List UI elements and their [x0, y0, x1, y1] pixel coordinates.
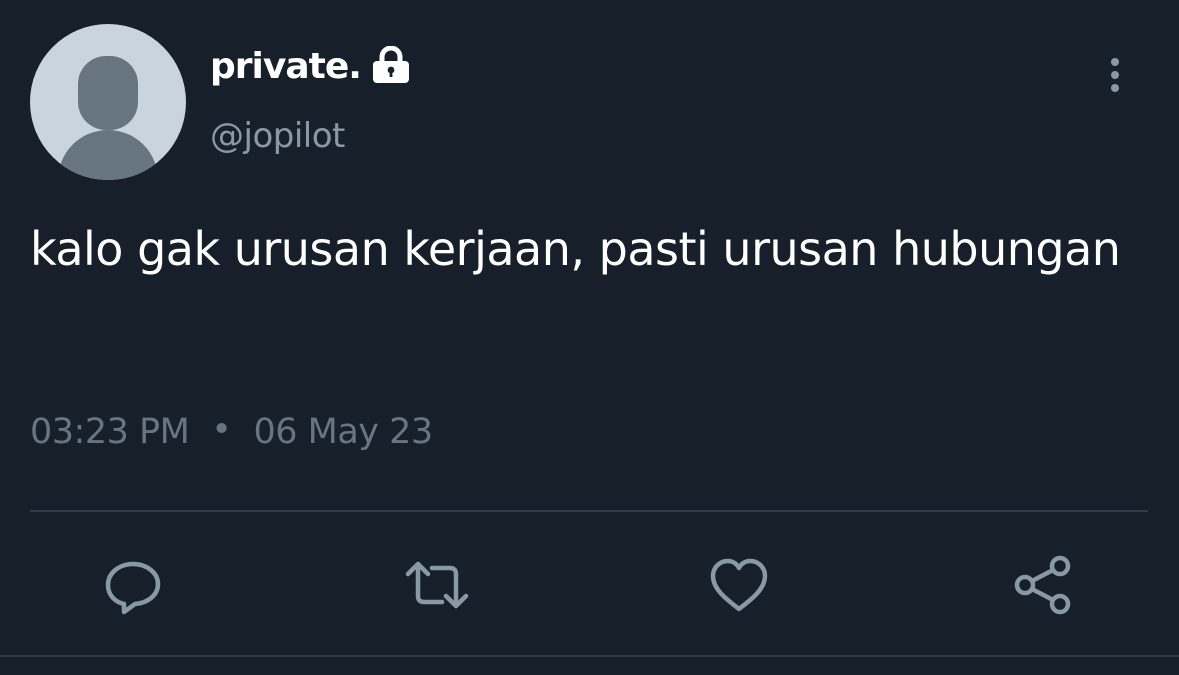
- meta-separator: •: [211, 410, 232, 450]
- like-button[interactable]: [706, 552, 772, 618]
- divider-bottom: [0, 655, 1179, 657]
- share-button[interactable]: [1010, 552, 1076, 618]
- display-name: private.: [210, 45, 411, 87]
- reply-button[interactable]: [100, 552, 166, 618]
- tweet-time: 03:23 PM: [30, 412, 190, 452]
- tweet-text: kalo gak urusan kerjaan, pasti urusan hu…: [30, 222, 1121, 276]
- user-handle: @jopilot: [210, 116, 345, 156]
- display-name-text: private.: [210, 46, 362, 87]
- more-vertical-icon: [1111, 58, 1119, 92]
- tweet-meta: 03:23 PM • 06 May 23: [30, 410, 433, 452]
- retweet-button[interactable]: [404, 552, 470, 618]
- more-options-button[interactable]: [1100, 56, 1130, 96]
- lock-icon: [371, 45, 411, 84]
- share-icon: [1014, 555, 1071, 615]
- divider: [30, 510, 1148, 512]
- reply-icon: [105, 561, 161, 615]
- like-icon: [710, 558, 768, 612]
- tweet-date: 06 May 23: [253, 412, 433, 452]
- default-avatar-icon: [30, 24, 186, 180]
- retweet-icon: [405, 561, 469, 609]
- avatar[interactable]: [30, 24, 186, 180]
